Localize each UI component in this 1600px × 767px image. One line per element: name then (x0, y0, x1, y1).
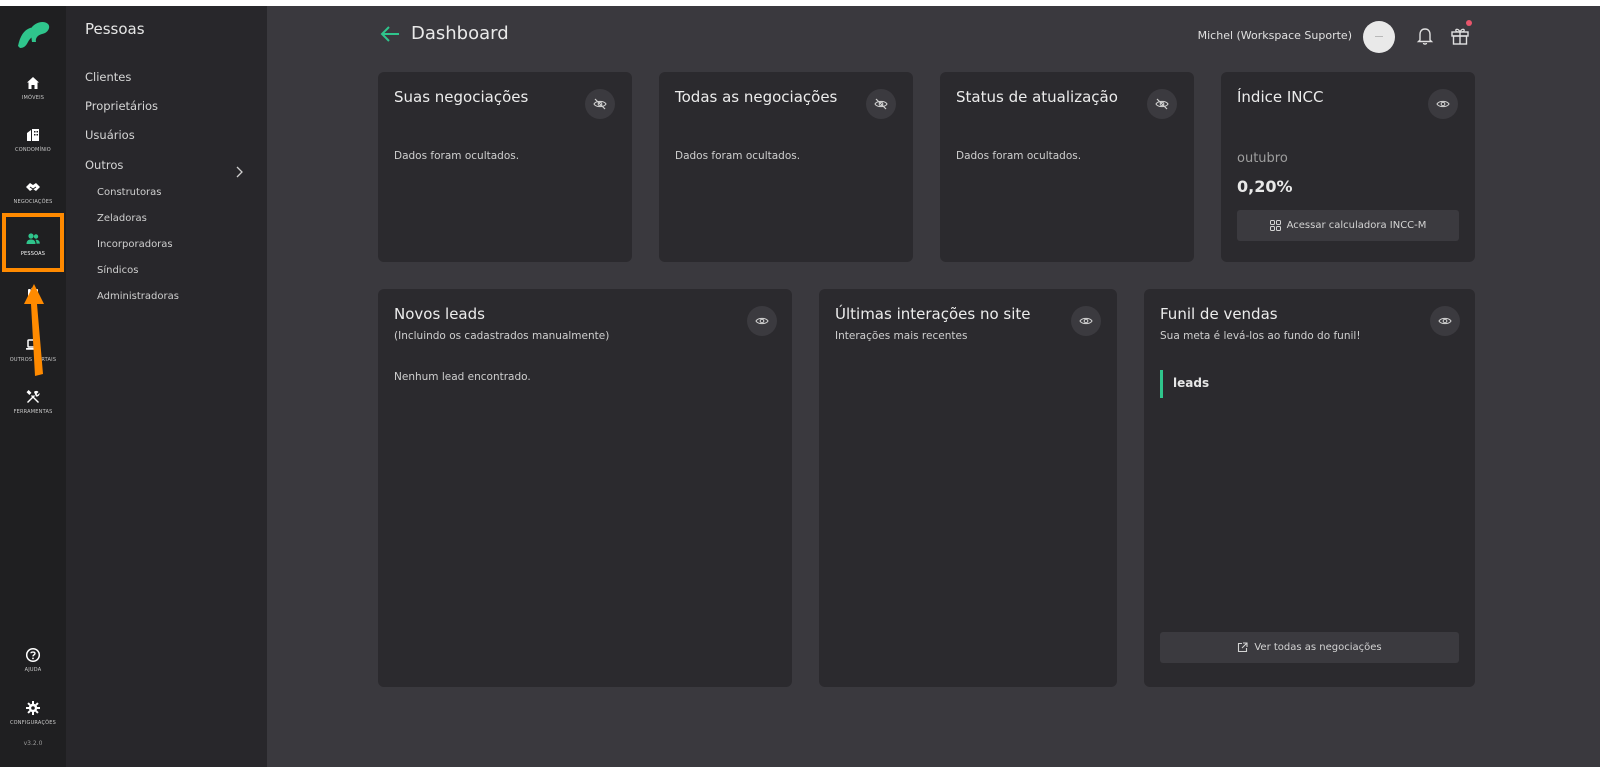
gear-icon (26, 701, 40, 715)
rail-label: CONDOMÍNIO (15, 147, 51, 153)
empty-leads-message: Nenhum lead encontrado. (394, 371, 531, 383)
card-title: Suas negociações (394, 88, 529, 106)
funnel-stage-label: leads (1173, 376, 1210, 390)
incc-value: 0,20% (1237, 177, 1293, 196)
card-title: Funil de vendas (1160, 305, 1278, 323)
calculator-icon (1269, 220, 1281, 231)
view-all-negotiations-label: Ver todas as negociações (1254, 642, 1382, 653)
incc-month: outubro (1237, 151, 1288, 166)
help-icon (25, 647, 41, 663)
page-title: Dashboard (411, 23, 509, 44)
hidden-data-message: Dados foram ocultados. (394, 150, 520, 162)
card-suas-negociacoes: Suas negociações Dados foram ocultados. (378, 72, 632, 262)
arrow-annotation-icon (24, 284, 44, 376)
incc-calculator-button[interactable]: Acessar calculadora INCC-M (1237, 210, 1459, 241)
tools-icon (26, 390, 40, 403)
card-indice-incc: Índice INCC outubro 0,20% Acessar calcul… (1221, 72, 1475, 262)
submenu-panel: Pessoas Clientes Proprietários Usuários … (66, 6, 267, 767)
hidden-data-message: Dados foram ocultados. (675, 150, 801, 162)
eye-icon (1079, 317, 1093, 325)
app-window: IMÓVEIS CONDOMÍNIO NEGOCIAÇÕES PESSOAS O… (0, 6, 1600, 767)
card-title: Últimas interações no site (835, 305, 1031, 323)
eye-toggle-button[interactable] (747, 306, 777, 336)
notification-dot (1466, 20, 1472, 26)
icon-sidebar: IMÓVEIS CONDOMÍNIO NEGOCIAÇÕES PESSOAS O… (0, 6, 66, 767)
version-label: v3.2.0 (23, 740, 43, 747)
rail-item-negociacoes[interactable]: NEGOCIAÇÕES (0, 168, 66, 216)
eye-toggle-button[interactable] (1428, 89, 1458, 119)
eye-off-toggle-button[interactable] (585, 89, 615, 119)
rail-item-ajuda[interactable]: AJUDA (0, 636, 66, 684)
card-title: Todas as negociações (675, 88, 838, 106)
eye-icon (1436, 100, 1450, 108)
card-todas-negociacoes: Todas as negociações Dados foram ocultad… (659, 72, 913, 262)
submenu-title: Pessoas (85, 20, 145, 38)
eye-off-toggle-button[interactable] (866, 89, 896, 119)
rail-item-ferramentas[interactable]: FERRAMENTAS (0, 378, 66, 426)
eye-off-icon (593, 98, 607, 110)
eye-icon (1438, 317, 1452, 325)
incc-calculator-label: Acessar calculadora INCC-M (1286, 220, 1427, 231)
submenu-item-outros[interactable]: Outros (85, 158, 123, 172)
eye-off-toggle-button[interactable] (1147, 89, 1177, 119)
rail-label: AJUDA (24, 667, 42, 673)
avatar[interactable] (1363, 21, 1395, 53)
submenu-subitem-incorporadoras[interactable]: Incorporadoras (97, 239, 173, 250)
eye-toggle-button[interactable] (1071, 306, 1101, 336)
rail-label: IMÓVEIS (21, 95, 45, 101)
highlight-annotation-box (2, 213, 64, 272)
submenu-item-usuarios[interactable]: Usuários (85, 128, 135, 142)
back-arrow-icon[interactable] (379, 25, 401, 43)
card-subtitle: Interações mais recentes (835, 330, 968, 342)
home-icon (27, 77, 39, 89)
submenu-subitem-construtoras[interactable]: Construtoras (97, 187, 162, 198)
window-right-edge (1583, 6, 1600, 767)
handshake-icon (26, 183, 40, 191)
external-link-icon (1238, 642, 1248, 653)
card-title: Novos leads (394, 305, 485, 323)
submenu-item-proprietarios[interactable]: Proprietários (85, 99, 158, 113)
eye-off-icon (1155, 98, 1169, 110)
card-subtitle: Sua meta é levá-los ao fundo do funil! (1160, 330, 1361, 342)
rail-item-imoveis[interactable]: IMÓVEIS (0, 64, 66, 112)
rail-label: CONFIGURAÇÕES (9, 720, 56, 726)
rail-item-configuracoes[interactable]: CONFIGURAÇÕES (0, 689, 66, 737)
card-status-atualizacao: Status de atualização Dados foram oculta… (940, 72, 1194, 262)
submenu-subitem-sindicos[interactable]: Síndicos (97, 265, 138, 276)
rail-item-condominio[interactable]: CONDOMÍNIO (0, 116, 66, 164)
view-all-negotiations-button[interactable]: Ver todas as negociações (1160, 632, 1459, 663)
hidden-data-message: Dados foram ocultados. (956, 150, 1082, 162)
bell-icon[interactable] (1416, 26, 1434, 46)
eye-toggle-button[interactable] (1430, 306, 1460, 336)
building-icon (27, 129, 39, 141)
gift-icon[interactable] (1450, 24, 1470, 46)
eye-off-icon (874, 98, 888, 110)
chevron-right-icon[interactable] (234, 166, 244, 178)
card-title: Status de atualização (956, 88, 1118, 106)
card-subtitle: (Incluindo os cadastrados manualmente) (394, 330, 610, 342)
submenu-subitem-zeladoras[interactable]: Zeladoras (97, 213, 147, 224)
card-novos-leads: Novos leads (Incluindo os cadastrados ma… (378, 289, 792, 687)
submenu-subitem-administradoras[interactable]: Administradoras (97, 291, 179, 302)
card-funil-vendas: Funil de vendas Sua meta é levá-los ao f… (1144, 289, 1475, 687)
eye-icon (755, 317, 769, 325)
funnel-stage-bar (1160, 370, 1163, 398)
rail-label: FERRAMENTAS (13, 409, 53, 415)
submenu-item-clientes[interactable]: Clientes (85, 70, 131, 84)
card-title: Índice INCC (1237, 88, 1324, 106)
card-ultimas-interacoes: Últimas interações no site Interações ma… (819, 289, 1117, 687)
rail-label: NEGOCIAÇÕES (13, 199, 53, 205)
workspace-user-name[interactable]: Michel (Workspace Suporte) (1148, 29, 1352, 42)
brand-logo[interactable] (14, 16, 52, 54)
